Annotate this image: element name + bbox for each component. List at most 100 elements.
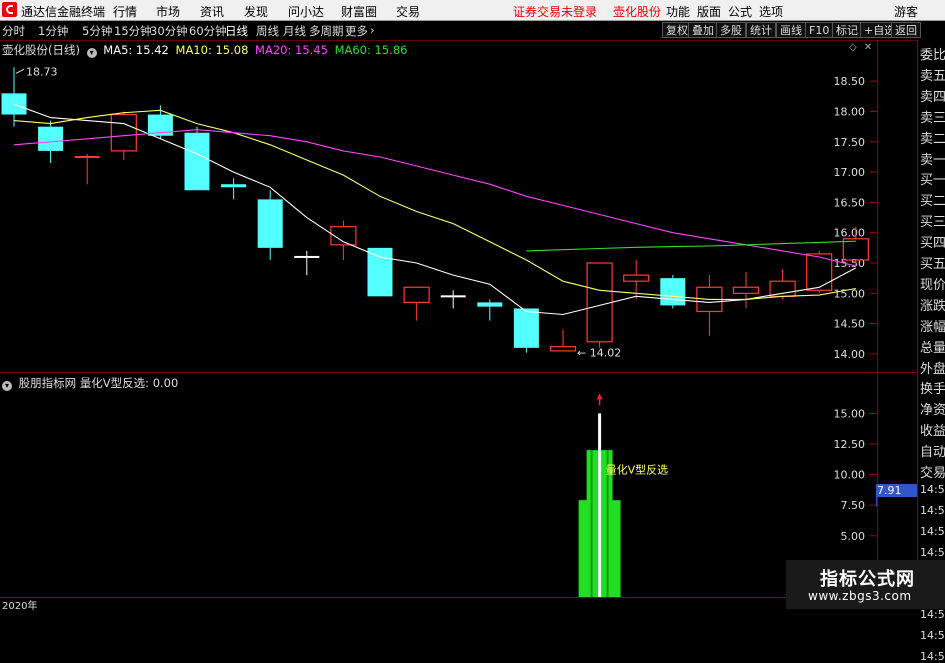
chevron-down-icon[interactable]: ▾	[2, 381, 12, 391]
period-weekly[interactable]: 周线	[256, 23, 279, 39]
guest-user[interactable]: 游客	[894, 3, 918, 20]
y-tick-label: 16.50	[834, 196, 866, 209]
arrow-up-icon	[596, 393, 603, 400]
side-panel-label: 买四	[920, 236, 945, 252]
side-panel-label: 现价	[920, 277, 945, 293]
y-tick-label: 17.50	[834, 136, 866, 149]
candle-body-doji	[74, 155, 100, 158]
period-15min[interactable]: 15分钟	[114, 23, 152, 39]
side-panel-label: 14:56	[920, 503, 945, 517]
chevron-right-icon[interactable]: ›	[370, 23, 375, 37]
quote-side-panel: 委比 卖五 卖四 卖三 卖二 卖一 买一 买二 买三 买四 买五 现价 涨跌 涨幅 总量 外盘 换手 净资 收益 自动…	[917, 40, 945, 663]
overlay-button[interactable]: 叠加	[688, 22, 718, 38]
watermark-title: 指标公式网	[820, 569, 915, 590]
menu-item-fortune[interactable]: 财富圈	[341, 3, 377, 20]
y-tick-label: 15.50	[834, 257, 866, 270]
ma10-label: MA10: 15.08	[175, 43, 249, 57]
candle-body-up	[623, 274, 650, 282]
period-60min[interactable]: 60分钟	[189, 23, 227, 39]
app-logo-icon	[2, 2, 17, 17]
time-axis: 2020年	[0, 597, 917, 612]
period-30min[interactable]: 30分钟	[150, 23, 188, 39]
signal-spike	[598, 413, 602, 597]
close-icon[interactable]: ✕	[864, 42, 872, 53]
menu-item-layout[interactable]: 版面	[697, 3, 721, 20]
side-panel-label: 净资	[920, 403, 945, 419]
side-panel-label: 买五	[920, 257, 945, 272]
chart-window-controls: ◇ ✕	[849, 42, 872, 53]
period-more[interactable]: 更多	[345, 23, 368, 39]
side-panel-label: 14:56	[920, 545, 945, 559]
ma-line-ma10	[13, 109, 856, 300]
app-title: 通达信金融终端	[21, 5, 106, 19]
indicator-chart[interactable]: 5.00 7.50 10.00 12.50 15.00 量化V型反选	[0, 373, 878, 597]
side-panel-label: 换手	[920, 382, 945, 398]
candle-body-down	[477, 302, 503, 307]
side-panel-label: 卖三	[920, 110, 945, 126]
main-chart-header: 壶化股份(日线) ▾ MA5: 15.42 MA10: 15.08 MA20: …	[2, 42, 408, 58]
candle-body-up	[586, 262, 613, 343]
year-label: 2020年	[2, 601, 38, 612]
candle-body-up	[769, 280, 796, 297]
side-panel-label: 卖四	[920, 89, 945, 105]
f10-button[interactable]: F10	[805, 22, 834, 38]
multi-stock-button[interactable]: 多股	[716, 22, 746, 38]
menu-item-options[interactable]: 选项	[759, 3, 783, 20]
y-tick-label: 16.00	[834, 227, 866, 240]
menu-item-ask[interactable]: 问小达	[288, 3, 324, 20]
draw-button[interactable]: 画线	[776, 22, 806, 38]
candle-body-up	[549, 346, 577, 352]
period-monthly[interactable]: 月线	[283, 23, 306, 39]
menu-item-formula[interactable]: 公式	[728, 3, 752, 20]
signal-bar-stripe	[590, 450, 593, 597]
menu-item-discover[interactable]: 发现	[244, 3, 268, 20]
period-multi[interactable]: 多周期	[309, 23, 344, 39]
menu-item-trade[interactable]: 交易	[396, 3, 420, 20]
back-button[interactable]: 返回	[891, 22, 921, 38]
candle-body-doji	[294, 255, 320, 258]
candle-body-down	[38, 126, 64, 151]
side-panel-label: 14:56	[920, 608, 945, 622]
chart-title: 壶化股份(日线)	[2, 43, 80, 57]
menu-item-news[interactable]: 资讯	[200, 3, 224, 20]
stats-button[interactable]: 统计	[746, 22, 776, 38]
side-panel-label: 14:56	[920, 650, 945, 663]
trade-login-warning[interactable]: 证券交易未登录	[513, 3, 597, 20]
candle-body-up	[110, 113, 137, 152]
side-panel-label: 买二	[920, 194, 945, 210]
y-tick-label: 12.50	[834, 438, 866, 451]
signal-label: 量化V型反选	[606, 463, 669, 477]
candle-body-down	[1, 93, 27, 115]
watermark: 指标公式网 www.zbgs3.com	[786, 560, 945, 609]
y-tick-label: 15.00	[834, 407, 866, 420]
side-panel-label: 委比	[920, 48, 945, 63]
high-price-label: 18.73	[26, 65, 58, 78]
high-pointer	[15, 68, 25, 74]
restore-icon[interactable]: ◇	[849, 42, 857, 53]
y-tick-label: 14.50	[834, 318, 866, 331]
menu-bar: 通达信金融终端 行情 市场 资讯 发现 问小达 财富圈 交易 证券交易未登录 壶…	[0, 0, 945, 21]
ma-line-ma5	[13, 103, 857, 316]
y-tick-label: 7.50	[841, 499, 866, 512]
y-tick-label: 17.00	[834, 166, 866, 179]
menu-item-function[interactable]: 功能	[666, 3, 690, 20]
ma60-label: MA60: 15.86	[334, 43, 408, 57]
chevron-down-icon[interactable]: ▾	[86, 48, 97, 58]
ma20-label: MA20: 15.45	[255, 43, 328, 57]
mark-button[interactable]: 标记	[832, 22, 862, 38]
side-panel-label: 收益	[920, 424, 945, 440]
candle-body-down	[257, 199, 283, 248]
candle-body-doji	[440, 295, 466, 298]
period-intraday[interactable]: 分时	[2, 23, 25, 39]
menu-item-quotes[interactable]: 行情	[113, 3, 137, 20]
period-daily[interactable]: 日线	[225, 23, 248, 39]
ma5-label: MA5: 15.42	[103, 43, 169, 57]
current-value-label: 7.91	[876, 484, 917, 497]
side-panel-label: 自动	[920, 445, 945, 461]
period-1min[interactable]: 1分钟	[38, 23, 68, 39]
candlestick-chart[interactable]: 14.0014.5015.0015.5016.0016.5017.0017.50…	[0, 40, 878, 373]
side-panel-label: 总量	[920, 340, 945, 356]
low-price-label: ← 14.02	[577, 347, 621, 360]
menu-item-market[interactable]: 市场	[156, 3, 180, 20]
period-5min[interactable]: 5分钟	[82, 23, 112, 39]
